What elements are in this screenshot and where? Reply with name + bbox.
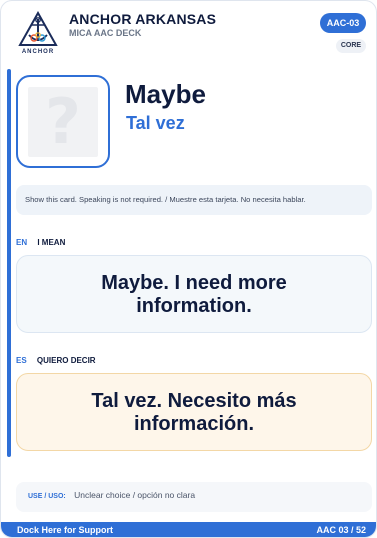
org-name: ANCHOR ARKANSAS bbox=[69, 11, 217, 27]
support-dock-text: Dock Here for Support bbox=[17, 525, 114, 535]
word-english: Maybe bbox=[125, 79, 206, 109]
spanish-label: QUIERO DECIR bbox=[36, 356, 96, 365]
deck-name: MICA AAC DECK bbox=[69, 28, 142, 38]
anchor-emblem-icon bbox=[18, 10, 58, 46]
accent-rail bbox=[7, 69, 11, 457]
english-message-line-2: information. bbox=[136, 295, 252, 317]
card-header: ANCHOR ANCHOR ARKANSAS MICA AAC DECK AAC… bbox=[1, 1, 376, 63]
instruction-note: Show this card. Speaking is not required… bbox=[16, 185, 372, 215]
english-code: EN bbox=[16, 238, 28, 247]
card-counter: AAC 03 / 52 bbox=[316, 525, 366, 535]
english-heading: EN I MEAN bbox=[16, 238, 65, 247]
question-mark-icon: ? bbox=[45, 85, 81, 158]
symbol-frame: ? bbox=[16, 75, 110, 168]
aac-card: ANCHOR ANCHOR ARKANSAS MICA AAC DECK AAC… bbox=[0, 0, 377, 538]
english-label: I MEAN bbox=[37, 238, 66, 247]
word-spanish: Tal vez bbox=[126, 113, 185, 133]
usage-text: Unclear choice / opción no clara bbox=[74, 490, 196, 500]
english-message-box: Maybe. I need more information. bbox=[16, 255, 372, 333]
spanish-heading: ES QUIERO DECIR bbox=[16, 356, 96, 365]
spanish-message-line-1: Tal vez. Necesito más bbox=[91, 390, 297, 412]
logo-wordmark: ANCHOR bbox=[21, 49, 55, 55]
spanish-code: ES bbox=[16, 356, 27, 365]
footer-bar: Dock Here for Support AAC 03 / 52 bbox=[1, 522, 376, 537]
spanish-message-box: Tal vez. Necesito más información. bbox=[16, 373, 372, 451]
card-id-badge: AAC-03 bbox=[320, 13, 366, 33]
spanish-message-line-2: información. bbox=[133, 413, 254, 435]
anchor-logo: ANCHOR bbox=[17, 10, 59, 59]
usage-note: USE / USO: Unclear choice / opción no cl… bbox=[16, 482, 372, 512]
category-badge: CORE bbox=[336, 39, 366, 53]
usage-label: USE / USO: bbox=[28, 493, 66, 500]
symbol-image: ? bbox=[28, 87, 98, 157]
english-message-line-1: Maybe. I need more bbox=[101, 272, 287, 294]
